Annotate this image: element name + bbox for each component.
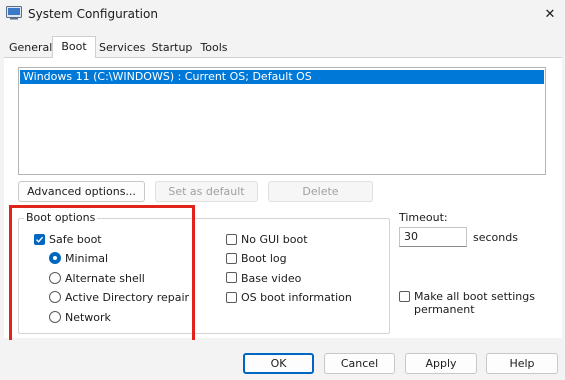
radio-minimal[interactable] xyxy=(49,252,61,264)
no-gui-boot-label: No GUI boot xyxy=(241,233,308,246)
make-permanent-checkbox[interactable] xyxy=(399,291,410,302)
tab-tools[interactable]: Tools xyxy=(199,39,229,58)
delete-button[interactable]: Delete xyxy=(268,181,373,202)
radio-network[interactable] xyxy=(49,311,61,323)
radio-active-directory-repair[interactable] xyxy=(49,291,61,303)
boot-log-label: Boot log xyxy=(241,252,287,265)
os-list-item-selected[interactable]: Windows 11 (C:\WINDOWS) : Current OS; De… xyxy=(20,70,544,84)
os-boot-information-label: OS boot information xyxy=(241,291,352,304)
ok-button[interactable]: OK xyxy=(243,353,314,374)
timeout-unit-label: seconds xyxy=(473,231,518,244)
radio-network-label: Network xyxy=(65,311,111,324)
radio-active-directory-repair-label: Active Directory repair xyxy=(65,291,190,304)
advanced-options-button[interactable]: Advanced options... xyxy=(18,181,145,202)
base-video-label: Base video xyxy=(241,272,302,285)
tab-services[interactable]: Services xyxy=(99,39,145,58)
window-title: System Configuration xyxy=(28,7,158,21)
make-permanent-label-line1: Make all boot settings xyxy=(414,290,535,303)
help-button[interactable]: Help xyxy=(486,353,558,374)
radio-minimal-label: Minimal xyxy=(65,252,109,265)
app-icon xyxy=(6,6,22,20)
close-button[interactable]: ✕ xyxy=(536,2,564,26)
no-gui-boot-checkbox[interactable] xyxy=(226,234,237,245)
cancel-button[interactable]: Cancel xyxy=(324,353,395,374)
tab-general[interactable]: General xyxy=(9,39,52,58)
close-icon: ✕ xyxy=(544,6,556,22)
checkmark-icon xyxy=(36,236,44,243)
boot-options-label: Boot options xyxy=(24,211,98,224)
tab-startup[interactable]: Startup xyxy=(150,39,194,58)
radio-alternate-shell-label: Alternate shell xyxy=(65,272,145,285)
safe-boot-label: Safe boot xyxy=(49,233,102,246)
set-as-default-button[interactable]: Set as default xyxy=(155,181,258,202)
apply-button[interactable]: Apply xyxy=(405,353,477,374)
tab-boot[interactable]: Boot xyxy=(52,36,96,58)
base-video-checkbox[interactable] xyxy=(226,272,237,283)
make-permanent-label-line2: permanent xyxy=(414,303,475,316)
os-boot-information-checkbox[interactable] xyxy=(226,292,237,303)
boot-log-checkbox[interactable] xyxy=(226,253,237,264)
os-list[interactable]: Windows 11 (C:\WINDOWS) : Current OS; De… xyxy=(18,67,546,175)
title-bar: System Configuration ✕ xyxy=(0,0,565,30)
timeout-input[interactable]: 30 xyxy=(399,227,467,247)
safe-boot-checkbox[interactable] xyxy=(34,234,45,245)
timeout-label: Timeout: xyxy=(399,211,448,224)
radio-alternate-shell[interactable] xyxy=(49,272,61,284)
